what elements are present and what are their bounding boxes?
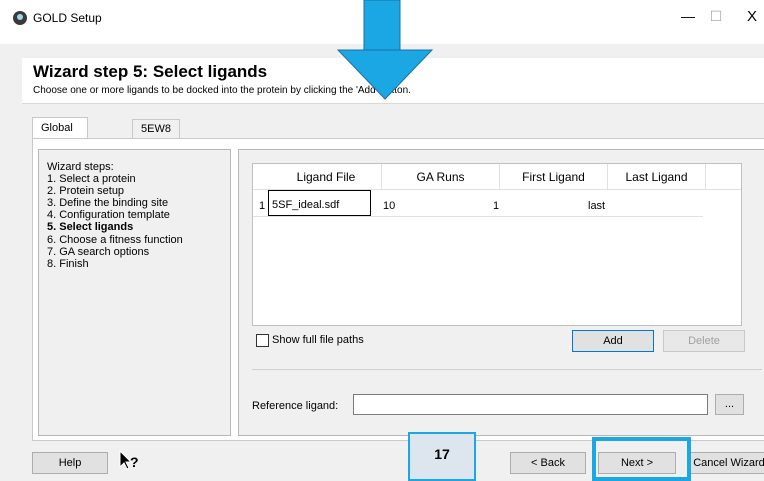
step-item: 7. GA search options xyxy=(47,246,150,258)
tab-5ew8[interactable]: 5EW8 xyxy=(132,119,180,139)
show-full-paths-label: Show full file paths xyxy=(272,334,364,346)
close-button[interactable]: X xyxy=(742,8,762,25)
whats-this-help-icon[interactable]: ? xyxy=(118,449,140,477)
title-bar: GOLD Setup — ☐ X xyxy=(0,0,764,44)
help-button[interactable]: Help xyxy=(32,452,108,474)
step-item: 4. Configuration template xyxy=(47,209,170,221)
ligand-file-cell[interactable]: 5SF_ideal.sdf xyxy=(268,190,371,216)
tab-global-options[interactable]: Global Options xyxy=(32,117,88,154)
svg-text:?: ? xyxy=(130,454,139,470)
browse-button[interactable]: ... xyxy=(715,394,744,415)
tab-panel: Wizard steps: 1. Select a protein 2. Pro… xyxy=(32,138,764,441)
row-divider xyxy=(253,216,703,217)
cancel-wizard-button[interactable]: Cancel Wizard xyxy=(688,452,764,474)
section-divider xyxy=(252,369,762,370)
ga-runs-cell[interactable]: 10 xyxy=(383,200,395,212)
last-ligand-cell[interactable]: last xyxy=(588,200,605,212)
maximize-button[interactable]: ☐ xyxy=(696,8,736,25)
step-item: 8. Finish xyxy=(47,258,89,270)
reference-ligand-input[interactable] xyxy=(353,394,708,415)
ligand-table[interactable]: Ligand File GA Runs First Ligand Last Li… xyxy=(252,163,742,326)
step-item: 2. Protein setup xyxy=(47,185,125,197)
delete-button[interactable]: Delete xyxy=(663,330,745,352)
ligand-file-value: 5SF_ideal.sdf xyxy=(272,199,340,211)
step-item: 1. Select a protein xyxy=(47,173,136,185)
step-item: 3. Define the binding site xyxy=(47,197,169,209)
column-header-last-ligand[interactable]: Last Ligand xyxy=(608,170,705,184)
next-button-highlight xyxy=(592,437,691,481)
column-divider xyxy=(705,164,706,189)
minimize-button[interactable]: — xyxy=(678,8,698,24)
step-badge-number: 17 xyxy=(434,446,450,462)
add-button[interactable]: Add xyxy=(572,330,654,352)
window-title: GOLD Setup xyxy=(33,11,102,25)
step-item: 6. Choose a fitness function xyxy=(47,234,183,246)
column-header-ligand-file[interactable]: Ligand File xyxy=(272,170,380,184)
wizard-header: Wizard step 5: Select ligands Choose one… xyxy=(22,58,764,104)
wizard-steps-panel: Wizard steps: 1. Select a protein 2. Pro… xyxy=(38,149,231,436)
ligand-panel: Ligand File GA Runs First Ligand Last Li… xyxy=(238,149,764,436)
column-header-first-ligand[interactable]: First Ligand xyxy=(500,170,607,184)
row-number: 1 xyxy=(259,200,266,212)
step-badge: 17 xyxy=(408,432,476,481)
page-subtitle: Choose one or more ligands to be docked … xyxy=(33,85,411,96)
table-header: Ligand File GA Runs First Ligand Last Li… xyxy=(253,164,741,190)
back-button[interactable]: < Back xyxy=(510,452,586,474)
first-ligand-cell[interactable]: 1 xyxy=(493,200,499,212)
wizard-steps-title: Wizard steps: xyxy=(47,161,114,173)
reference-ligand-label: Reference ligand: xyxy=(252,400,339,412)
step-item-current: 5. Select ligands xyxy=(47,221,134,233)
gold-app-icon xyxy=(13,11,27,25)
column-header-ga-runs[interactable]: GA Runs xyxy=(382,170,499,184)
show-full-paths-checkbox[interactable] xyxy=(256,334,269,347)
page-title: Wizard step 5: Select ligands xyxy=(33,62,268,81)
